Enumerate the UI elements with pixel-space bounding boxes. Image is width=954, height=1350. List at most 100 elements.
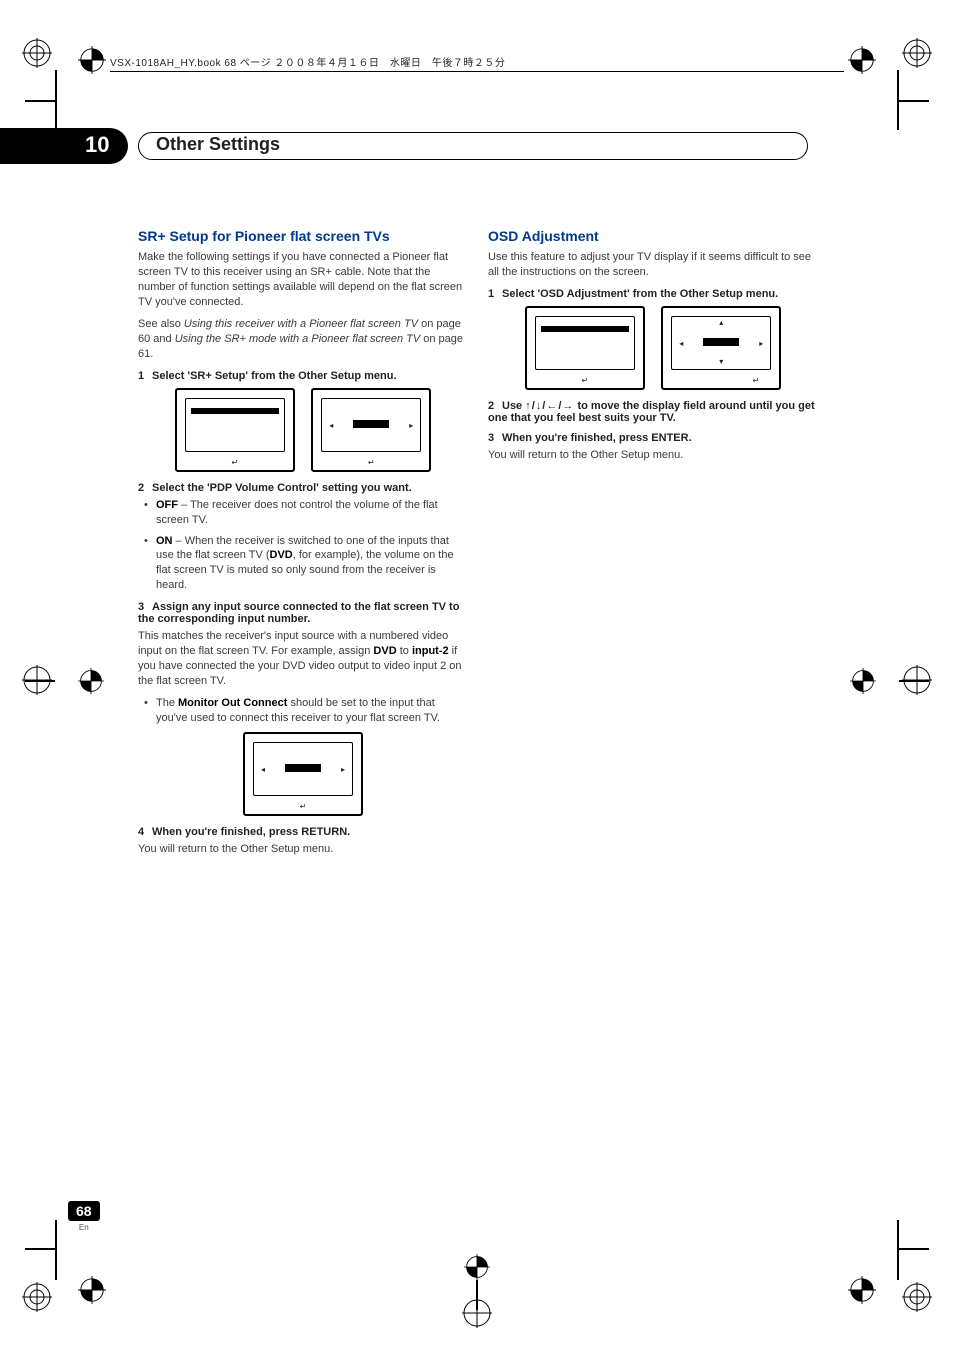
arrow-down-icon: ▾ [719,357,723,366]
tv-diagram-icon: ◂ ▸ ↵ [243,732,363,816]
crop-mark [897,70,899,130]
page-language: En [68,1223,100,1232]
sr-setup-seealso: See also Using this receiver with a Pion… [138,317,468,362]
registration-mark-icon [464,1254,490,1280]
step-number: 3 [138,601,152,613]
return-icon: ↵ [300,802,307,811]
option-text: – The receiver does not control the volu… [156,499,438,526]
arrow-right-icon: ▸ [759,339,763,348]
osd-figure-1: ↵ ▴ ▾ ◂ ▸ ↵ [488,306,818,390]
text: to [397,645,412,657]
crop-mark [899,100,929,102]
crop-mark [25,100,55,102]
registration-mark-icon [850,668,876,694]
sr-figure-2: ◂ ▸ ↵ [138,732,468,816]
page-number-wrap: 68 En [68,1201,100,1232]
crop-mark [25,1248,55,1250]
registration-mark-icon [902,665,932,695]
return-icon: ↵ [368,458,375,467]
registration-mark-icon [78,46,106,74]
step-text: Assign any input source connected to the… [138,601,459,625]
arrow-up-icon: ▴ [719,318,723,327]
sr-step-3: 3Assign any input source connected to th… [138,601,468,625]
step-number: 2 [138,482,152,494]
option-label: OFF [156,499,178,511]
text-bold: DVD [373,645,396,657]
step-text: Select 'SR+ Setup' from the Other Setup … [152,370,397,382]
sr-setup-heading: SR+ Setup for Pioneer flat screen TVs [138,228,468,244]
sr-step-4: 4When you're finished, press RETURN. [138,826,468,838]
arrow-left-icon: ◂ [679,339,683,348]
chapter-title-wrap: Other Settings [138,128,808,164]
return-icon: ↵ [581,376,588,385]
text-bold: Monitor Out Connect [178,697,287,709]
osd-step-2: 2Use ↑/↓/←/→ to move the display field a… [488,400,818,424]
arrow-right-icon: ▸ [409,421,413,430]
sr-step-2: 2Select the 'PDP Volume Control' setting… [138,482,468,494]
step-number: 1 [138,370,152,382]
tv-diagram-icon: ↵ [525,306,645,390]
pdp-volume-options: OFF – The receiver does not control the … [138,498,468,593]
osd-intro: Use this feature to adjust your TV displ… [488,250,818,280]
sr-step-1: 1Select 'SR+ Setup' from the Other Setup… [138,370,468,382]
text-italic: Using the SR+ mode with a Pioneer flat s… [175,333,420,345]
step-text: When you're finished, press ENTER. [502,432,692,444]
crop-mark [899,1248,929,1250]
registration-mark-icon [78,1276,106,1304]
sr-step-4-body: You will return to the Other Setup menu. [138,842,468,857]
registration-mark-icon [848,1276,876,1304]
running-header: VSX-1018AH_HY.book 68 ページ ２００８年４月１６日 水曜日… [110,54,844,72]
tv-diagram-icon: ▴ ▾ ◂ ▸ ↵ [661,306,781,390]
running-header-text: VSX-1018AH_HY.book 68 ページ ２００８年４月１６日 水曜日… [110,58,505,69]
step-number: 4 [138,826,152,838]
osd-step-3: 3When you're finished, press ENTER. [488,432,818,444]
arrow-right-icon: ▸ [341,765,345,774]
return-icon: ↵ [231,458,238,467]
registration-mark-icon [902,38,932,68]
text-italic: Using this receiver with a Pioneer flat … [184,318,418,330]
sr-setup-intro: Make the following settings if you have … [138,250,468,309]
text: The [156,697,178,709]
step-number: 2 [488,400,502,412]
right-column: OSD Adjustment Use this feature to adjus… [488,228,818,471]
osd-step-1: 1Select 'OSD Adjustment' from the Other … [488,288,818,300]
crop-mark [897,1220,899,1280]
arrow-keys-icon: ↑/↓/←/→ [525,400,574,412]
page-number: 68 [68,1201,100,1221]
step-text: Select the 'PDP Volume Control' setting … [152,482,412,494]
monitor-out-note: The Monitor Out Connect should be set to… [138,696,468,726]
registration-mark-icon [902,1282,932,1312]
crop-mark [55,70,57,130]
option-text-bold: DVD [270,549,293,561]
osd-heading: OSD Adjustment [488,228,818,244]
registration-mark-icon [22,1282,52,1312]
registration-mark-icon [78,668,104,694]
step-number: 1 [488,288,502,300]
option-on: ON – When the receiver is switched to on… [156,534,468,593]
left-column: SR+ Setup for Pioneer flat screen TVs Ma… [138,228,468,865]
tv-diagram-icon: ↵ [175,388,295,472]
registration-mark-icon [848,46,876,74]
registration-mark-icon [22,38,52,68]
step-text: Select 'OSD Adjustment' from the Other S… [502,288,778,300]
list-item: The Monitor Out Connect should be set to… [156,696,468,726]
arrow-left-icon: ◂ [261,765,265,774]
text: See also [138,318,184,330]
chapter-header: 10 Other Settings [0,128,800,164]
sr-step-3-body: This matches the receiver's input source… [138,629,468,688]
tv-diagram-icon: ◂ ▸ ↵ [311,388,431,472]
running-header-rule [110,71,844,72]
registration-mark-icon [462,1298,492,1328]
chapter-number: 10 [85,132,109,158]
arrow-left-icon: ◂ [329,421,333,430]
option-off: OFF – The receiver does not control the … [156,498,468,528]
option-label: ON [156,535,173,547]
text-bold: input-2 [412,645,449,657]
page: VSX-1018AH_HY.book 68 ページ ２００８年４月１６日 水曜日… [0,0,954,1350]
crop-mark [55,1220,57,1280]
osd-step-3-body: You will return to the Other Setup menu. [488,448,818,463]
sr-figure-1: ↵ ◂ ▸ ↵ [138,388,468,472]
step-text: Use [502,400,525,412]
step-number: 3 [488,432,502,444]
registration-mark-icon [22,665,52,695]
